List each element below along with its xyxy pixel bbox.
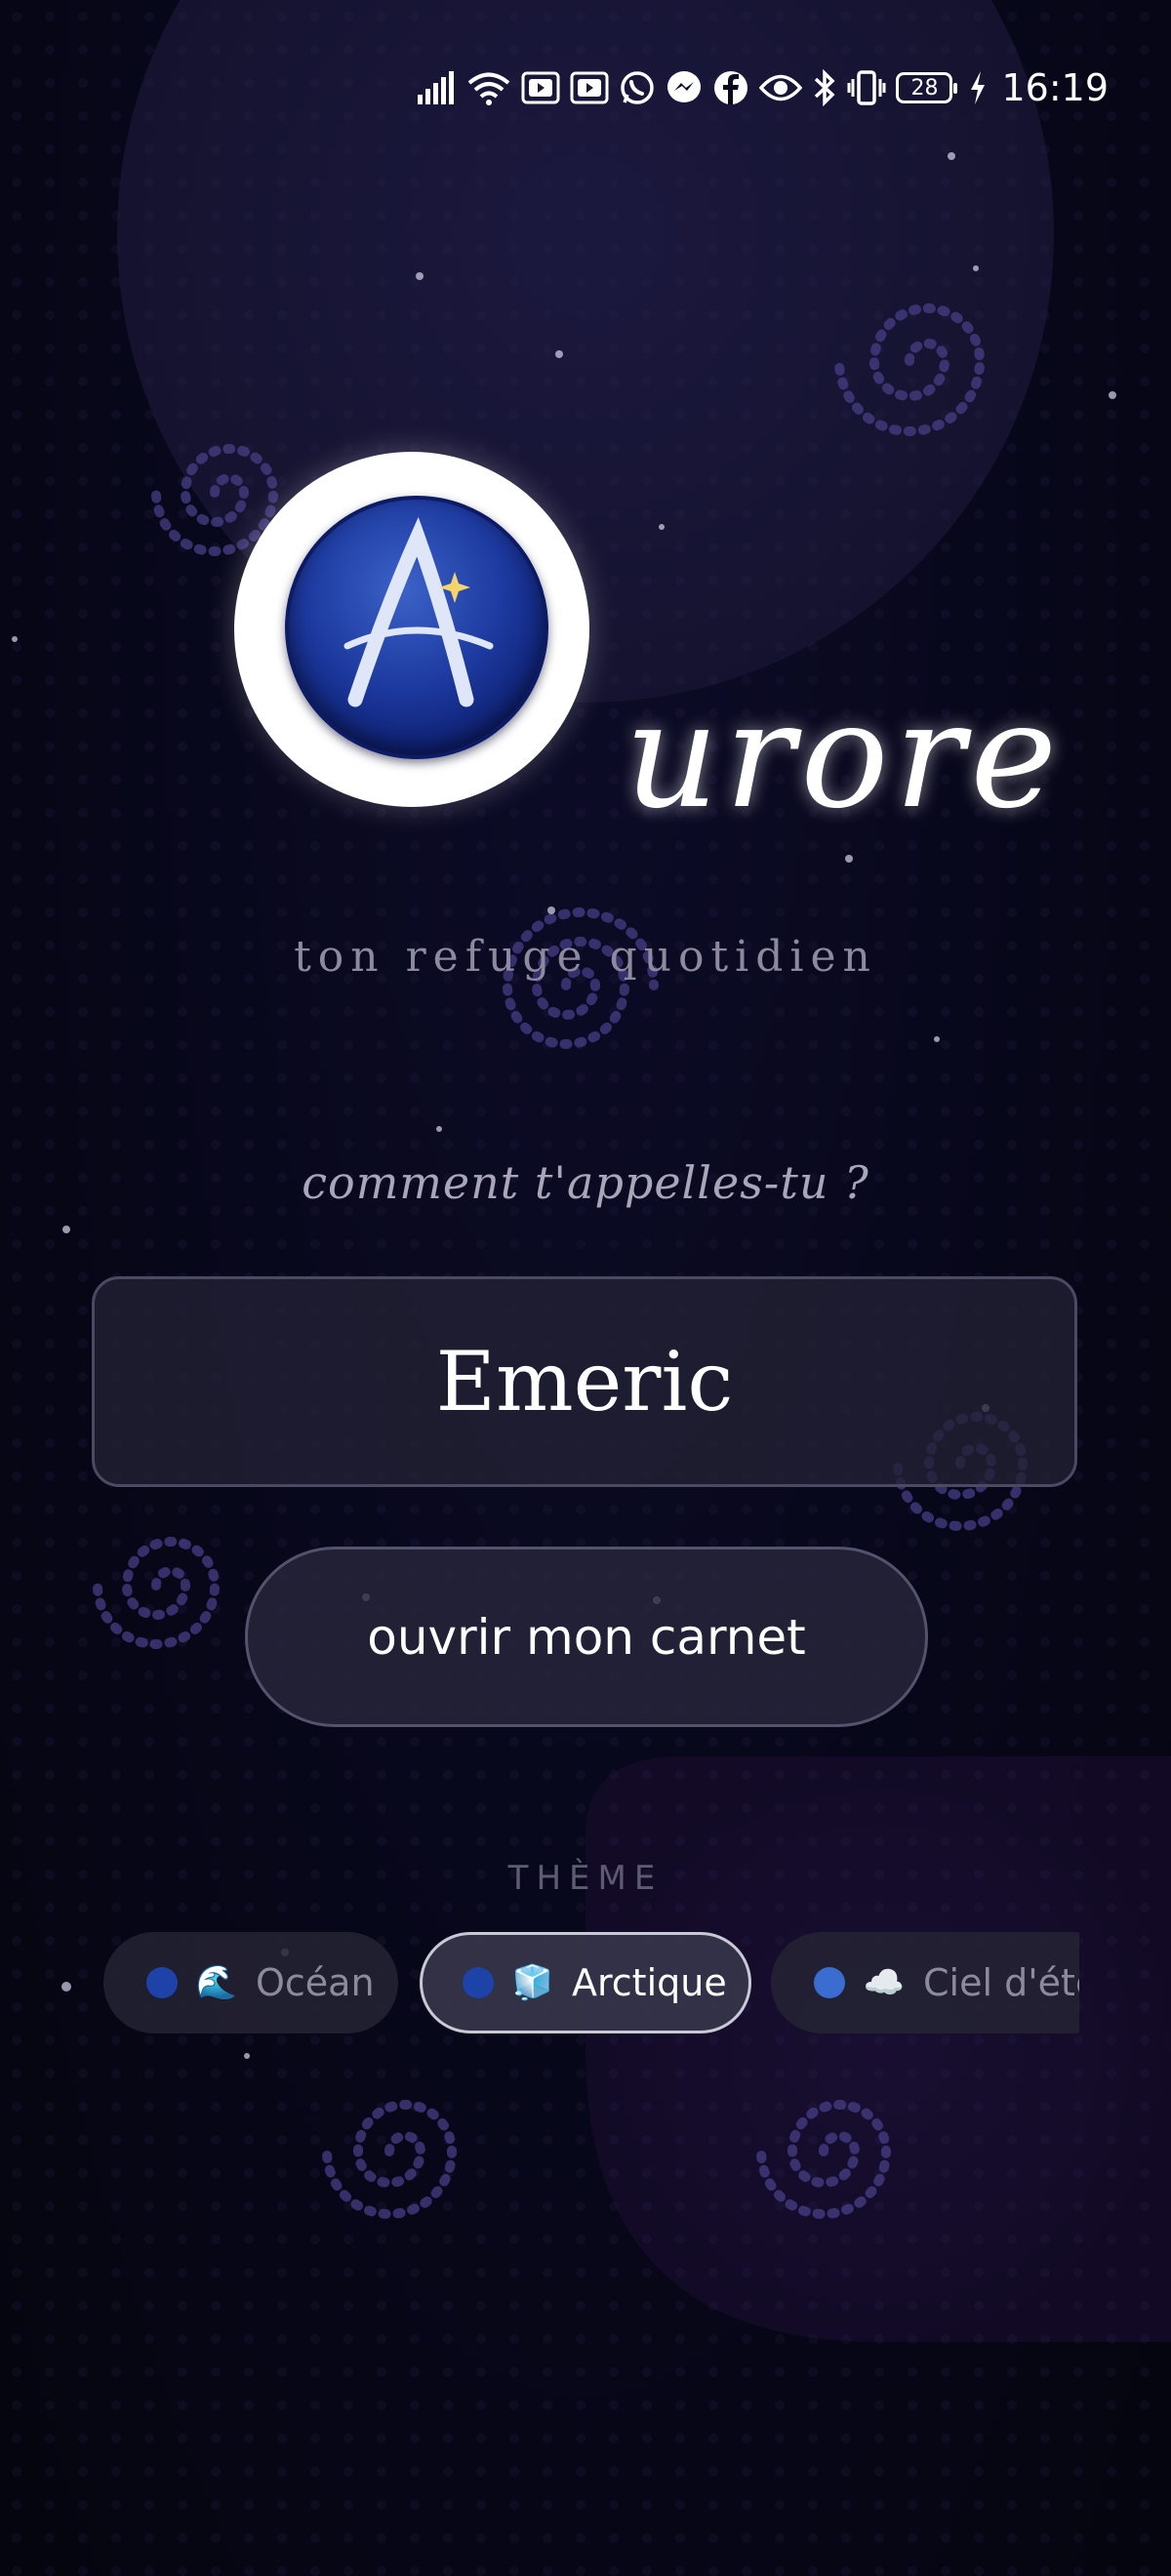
theme-heading: THÈME [507, 1859, 664, 1898]
spiral-decoration [151, 444, 279, 556]
theme-option-arctic[interactable]: 🧊 Arctique [420, 1932, 751, 2033]
wifi-icon [468, 72, 510, 105]
spiral-decoration [756, 2100, 892, 2219]
cloud-icon: ☁️ [863, 1963, 906, 2002]
eye-icon [759, 74, 803, 101]
app-tagline: ton refuge quotidien [294, 932, 877, 982]
charging-icon [971, 71, 986, 104]
wave-icon: 🌊 [195, 1963, 238, 2002]
signal-icon [418, 71, 455, 104]
spiral-decoration [322, 2100, 458, 2219]
messenger-icon [667, 71, 702, 102]
bluetooth-icon [815, 69, 835, 106]
theme-option-label: Ciel d'été [923, 1961, 1079, 2004]
theme-color-dot [814, 1967, 845, 1998]
name-input-value: Emeric [435, 1334, 734, 1429]
youtube-icon [570, 71, 609, 104]
app-wordmark: urore [625, 671, 1064, 841]
app-logo [234, 452, 589, 807]
open-journal-button[interactable]: ouvrir mon carnet [245, 1547, 928, 1727]
theme-selector[interactable]: 🌊 Océan 🧊 Arctique ☁️ Ciel d'été [101, 1932, 1079, 2034]
theme-option-summer-sky[interactable]: ☁️ Ciel d'été [771, 1932, 1079, 2033]
logo-emblem [285, 496, 548, 759]
battery-icon: 28 [896, 72, 958, 103]
youtube-icon [521, 71, 560, 104]
open-journal-button-label: ouvrir mon carnet [367, 1608, 806, 1666]
spiral-decoration [834, 303, 986, 436]
theme-color-dot [146, 1967, 178, 1998]
battery-level: 28 [910, 75, 939, 101]
status-bar: 28 16:19 [418, 59, 1109, 117]
theme-color-dot [463, 1967, 494, 1998]
spiral-decoration [93, 1537, 221, 1649]
facebook-icon [714, 71, 748, 104]
theme-option-label: Arctique [572, 1961, 727, 2004]
theme-option-label: Océan [256, 1961, 375, 2004]
ice-cube-icon: 🧊 [511, 1963, 554, 2002]
theme-option-ocean[interactable]: 🌊 Océan [103, 1932, 398, 2033]
name-input[interactable]: Emeric [92, 1276, 1077, 1487]
status-time: 16:19 [1001, 66, 1109, 109]
name-prompt: comment t'appelles-tu ? [302, 1156, 869, 1209]
background-shape [586, 1756, 1171, 2342]
whatsapp-icon [621, 71, 655, 104]
onboarding-screen: 28 16:19 urore ton refuge quotidien comm… [0, 0, 1171, 2576]
vibrate-icon [847, 70, 886, 105]
logo-letter-a-icon [343, 516, 494, 707]
